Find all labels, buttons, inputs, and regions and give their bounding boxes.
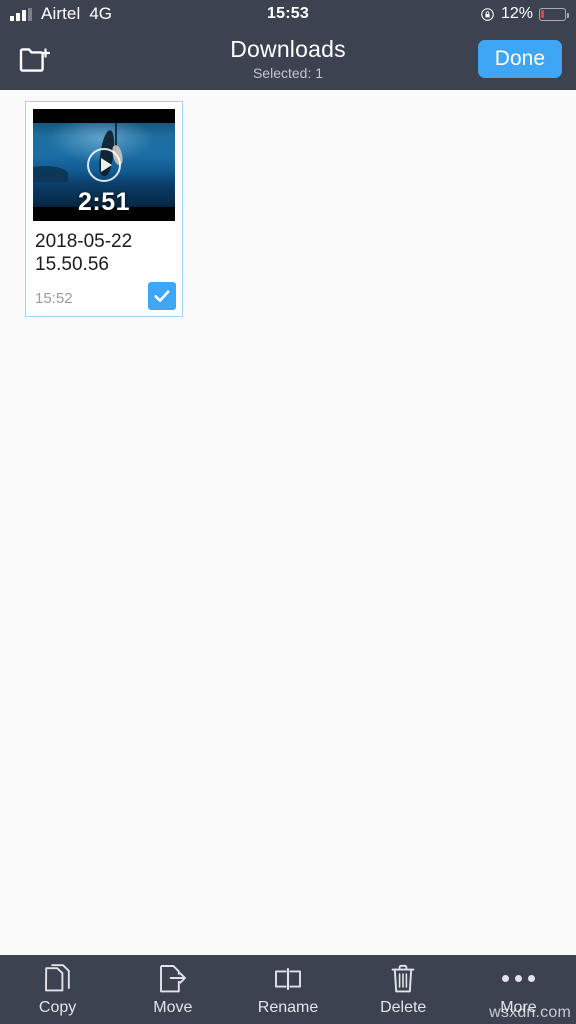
new-folder-button[interactable] [14, 39, 54, 79]
file-list-area: 2:51 2018-05-22 15.50.56 15:52 [0, 90, 576, 955]
rotation-lock-icon [481, 7, 494, 21]
video-thumbnail[interactable]: 2:51 [33, 109, 175, 221]
toolbar-button-copy[interactable]: Copy [0, 955, 115, 1024]
battery-percentage: 12% [500, 5, 533, 22]
move-icon-wrap [159, 964, 187, 994]
toolbar-label: Move [153, 998, 193, 1016]
selection-count: Selected: 1 [252, 65, 324, 82]
battery-icon [539, 7, 569, 21]
carrier-name: Airtel [41, 4, 81, 23]
play-icon[interactable] [87, 148, 121, 182]
new-folder-icon [19, 47, 50, 72]
toolbar-button-more[interactable]: More [461, 955, 576, 1024]
phone-screen: Airtel 4G 15:53 12% Downloads Selected: … [0, 0, 576, 1024]
copy-icon [44, 963, 70, 991]
status-bar-left: Airtel 4G [10, 4, 112, 24]
toolbar-button-rename[interactable]: Rename [230, 955, 345, 1024]
signal-strength-icon [10, 7, 32, 21]
toolbar-button-move[interactable]: Move [115, 955, 230, 1024]
rename-icon [275, 967, 301, 990]
toolbar-label: Delete [380, 998, 427, 1016]
navigation-bar: Downloads Selected: 1 Done [0, 28, 576, 90]
page-title: Downloads [230, 35, 346, 62]
file-name: 2018-05-22 15.50.56 [35, 231, 133, 276]
toolbar-label: Copy [38, 998, 77, 1016]
trash-icon [391, 964, 415, 992]
move-icon [159, 964, 186, 992]
action-toolbar: Copy Move Rename Delete More wsxdn.com [0, 955, 576, 1024]
rename-icon-wrap [273, 964, 303, 994]
status-bar-right: 12% [480, 5, 569, 23]
toolbar-button-delete[interactable]: Delete [346, 955, 461, 1024]
selection-checkbox[interactable] [148, 282, 176, 311]
file-card[interactable]: 2:51 2018-05-22 15.50.56 15:52 [25, 101, 183, 318]
status-bar: Airtel 4G 15:53 12% [0, 0, 576, 28]
done-button[interactable]: Done [477, 40, 562, 78]
network-type: 4G [89, 4, 113, 23]
video-duration: 2:51 [77, 188, 131, 216]
ellipsis-icon [501, 964, 535, 994]
ellipsis-icon-wrap [501, 964, 535, 994]
file-meta: 15:52 [26, 276, 182, 316]
trash-icon-wrap [391, 964, 415, 994]
file-grid: 2:51 2018-05-22 15.50.56 15:52 [25, 101, 576, 318]
check-icon [154, 290, 170, 303]
copy-icon-wrap [44, 963, 71, 994]
toolbar-label: Rename [257, 998, 319, 1016]
file-time: 15:52 [35, 290, 73, 308]
toolbar-label: More [500, 998, 537, 1016]
